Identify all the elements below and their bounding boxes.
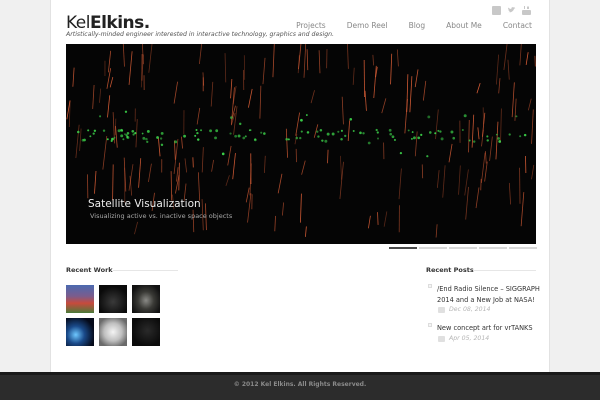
post-bullet-icon	[428, 323, 432, 327]
nav-demo-reel[interactable]: Demo Reel	[347, 21, 388, 30]
site-logo[interactable]: KelElkins.	[66, 14, 150, 32]
slide-dot-3[interactable]	[449, 247, 477, 249]
recent-posts-divider	[473, 270, 536, 271]
slider-pagination	[389, 247, 537, 249]
copyright-text: © 2012 Kel Elkins. All Rights Reserved.	[233, 381, 367, 388]
nav-blog[interactable]: Blog	[409, 21, 426, 30]
twitter-icon[interactable]	[507, 6, 516, 15]
slide-dot-5[interactable]	[509, 247, 537, 249]
nav-contact[interactable]: Contact	[503, 21, 532, 30]
social-links	[492, 6, 531, 15]
post-date: Dec 08, 2014	[449, 306, 491, 313]
youtube-icon[interactable]	[522, 6, 531, 15]
post-bullet-icon	[428, 284, 432, 288]
slide-dot-2[interactable]	[419, 247, 447, 249]
logo-last-name: Elkins.	[89, 13, 150, 33]
linkedin-icon[interactable]	[492, 6, 501, 15]
recent-work-grid	[66, 285, 166, 346]
site-tagline: Artistically-minded engineer interested …	[66, 31, 335, 38]
thumbnail-5[interactable]	[99, 318, 127, 346]
recent-work-divider	[113, 270, 178, 271]
thumbnail-2[interactable]	[99, 285, 127, 313]
post-item: New concept art for vrTANKS Apr 05, 2014	[428, 323, 538, 347]
calendar-icon	[438, 307, 445, 313]
nav-about-me[interactable]: About Me	[446, 21, 482, 30]
post-title-link[interactable]: /End Radio Silence – SIGGRAPH 2014 and a…	[437, 284, 541, 305]
logo-first-name: Kel	[66, 13, 90, 33]
post-date: Apr 05, 2014	[449, 335, 490, 342]
thumbnail-3[interactable]	[132, 285, 160, 313]
recent-work-heading: Recent Work	[66, 266, 113, 274]
slide-dot-4[interactable]	[479, 247, 507, 249]
post-item: /End Radio Silence – SIGGRAPH 2014 and a…	[428, 284, 541, 324]
nav-projects[interactable]: Projects	[296, 21, 326, 30]
slide-dot-1[interactable]	[389, 247, 417, 249]
calendar-icon	[438, 336, 445, 342]
hero-slider[interactable]: Satellite Visualization Visualizing acti…	[66, 44, 536, 244]
site-footer: © 2012 Kel Elkins. All Rights Reserved.	[0, 372, 600, 400]
recent-posts-heading: Recent Posts	[426, 266, 474, 274]
thumbnail-4[interactable]	[66, 318, 94, 346]
hero-subtitle: Visualizing active vs. inactive space ob…	[90, 212, 233, 220]
thumbnail-6[interactable]	[132, 318, 160, 346]
page-container: KelElkins. Artistically-minded engineer …	[50, 0, 550, 372]
thumbnail-1[interactable]	[66, 285, 94, 313]
main-nav: Projects Demo Reel Blog About Me Contact	[296, 21, 532, 30]
hero-title: Satellite Visualization	[88, 198, 201, 210]
post-title-link[interactable]: New concept art for vrTANKS	[437, 323, 541, 334]
